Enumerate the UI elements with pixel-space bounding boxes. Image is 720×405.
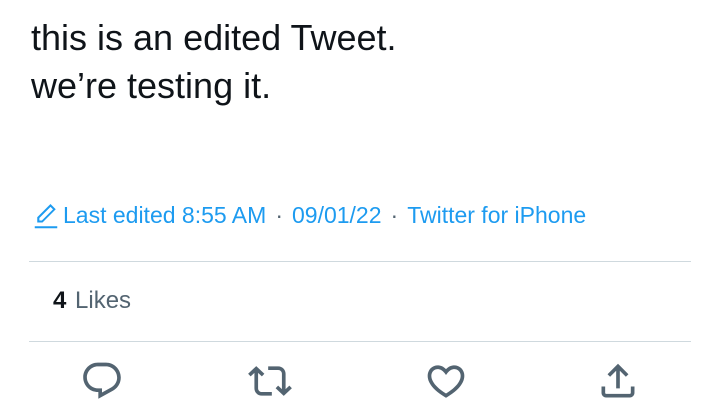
heart-icon bbox=[427, 365, 465, 398]
tweet-meta: Last edited 8:55 AM · 09/01/22 · Twitter… bbox=[31, 198, 586, 232]
reply-icon bbox=[83, 362, 121, 399]
meta-separator: · bbox=[390, 201, 399, 228]
last-edited-link[interactable]: Last edited 8:55 AM bbox=[63, 202, 266, 229]
like-button[interactable] bbox=[422, 358, 470, 404]
tweet-text-line: we’re testing it. bbox=[31, 65, 272, 106]
share-button[interactable] bbox=[594, 358, 642, 404]
reply-button[interactable] bbox=[78, 358, 126, 404]
pencil-edit-icon[interactable] bbox=[31, 200, 61, 230]
likes-count: 4 bbox=[53, 287, 67, 314]
likes-label: Likes bbox=[75, 287, 132, 314]
divider bbox=[29, 341, 691, 342]
tweet-source-link[interactable]: Twitter for iPhone bbox=[407, 202, 586, 229]
tweet-text-line: this is an edited Tweet. bbox=[31, 17, 397, 58]
retweet-button[interactable] bbox=[246, 358, 294, 404]
meta-separator: · bbox=[275, 201, 283, 228]
tweet-actions bbox=[0, 358, 720, 405]
tweet-text: this is an edited Tweet. we’re testing i… bbox=[31, 14, 691, 110]
share-icon bbox=[601, 363, 635, 398]
divider bbox=[29, 261, 691, 262]
likes-link[interactable]: 4 Likes bbox=[53, 284, 131, 318]
tweet-date-link[interactable]: 09/01/22 bbox=[292, 202, 382, 229]
retweet-icon bbox=[248, 366, 292, 396]
